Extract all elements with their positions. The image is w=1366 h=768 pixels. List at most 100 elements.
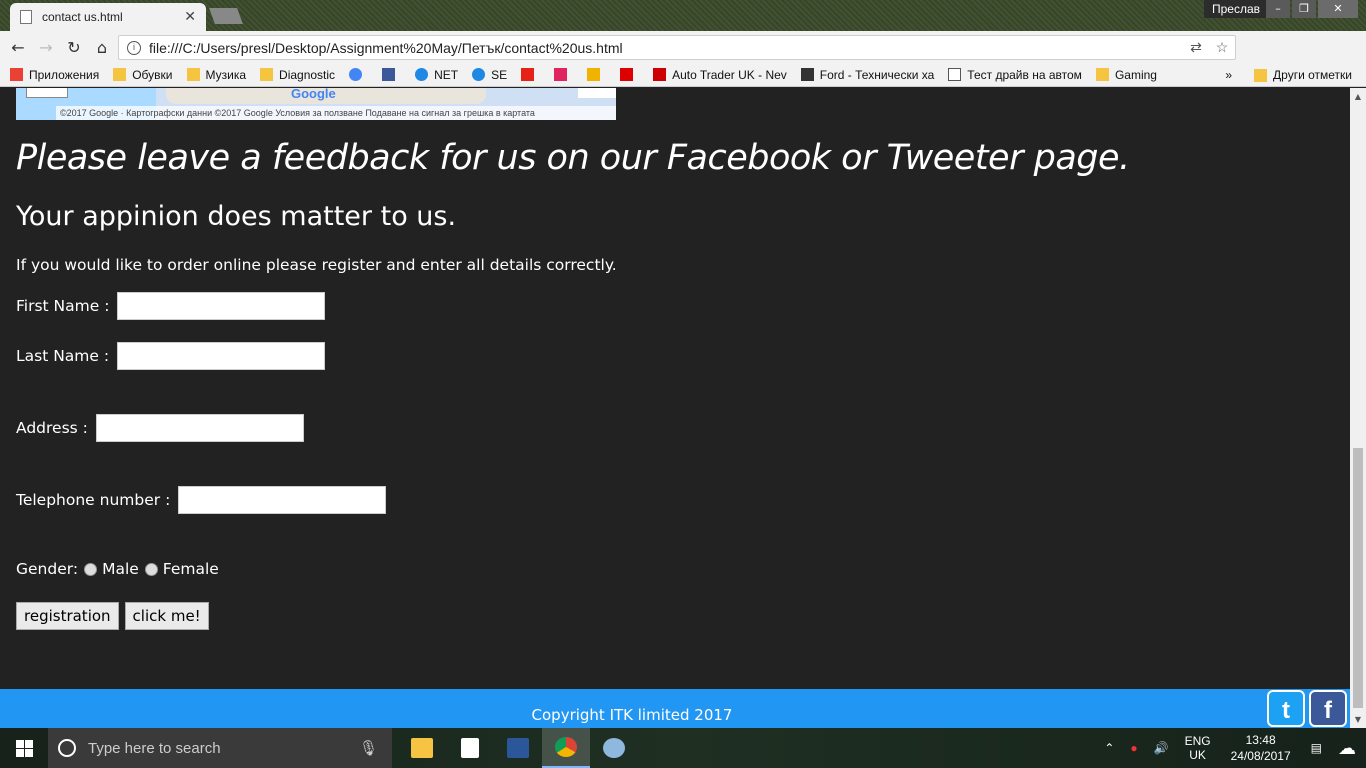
word-icon — [507, 738, 529, 758]
first-name-label: First Name : — [16, 297, 110, 315]
address-input[interactable] — [95, 414, 304, 442]
last-name-input[interactable] — [117, 342, 326, 370]
first-name-input[interactable] — [117, 292, 326, 320]
forward-button[interactable]: → — [32, 38, 60, 57]
paint-app[interactable] — [590, 728, 638, 768]
language-indicator[interactable]: ENG UK — [1185, 734, 1211, 762]
volume-icon[interactable]: 🔊 — [1154, 741, 1169, 755]
scroll-down-arrow[interactable]: ▼ — [1350, 711, 1366, 728]
bookmark-label: Gaming — [1114, 67, 1157, 82]
globe-icon — [472, 68, 486, 81]
bookmark-item[interactable]: SE — [472, 68, 507, 82]
bookmark-item[interactable] — [521, 68, 540, 81]
start-button[interactable] — [0, 728, 48, 768]
minimize-button[interactable]: – — [1266, 0, 1290, 18]
bookmark-item[interactable]: Музика — [186, 68, 246, 82]
bookmarks-bar: Приложения Обувки Музика Diagnostic NET SE Aut… — [0, 63, 1366, 87]
bookmark-item[interactable]: Auto Trader UK - Nev — [653, 68, 787, 82]
file-explorer-app[interactable] — [398, 728, 446, 768]
form-buttons: registration click me! — [16, 602, 209, 630]
folder-icon — [186, 68, 200, 81]
more-bookmarks-button[interactable]: » — [1225, 68, 1232, 82]
notifications-icon[interactable]: ▤ — [1311, 741, 1322, 755]
back-button[interactable]: ← — [4, 38, 32, 57]
scroll-up-arrow[interactable]: ▲ — [1350, 88, 1366, 105]
chevron-up-icon[interactable]: ⌃ — [1104, 741, 1114, 755]
folder-icon — [1254, 68, 1268, 82]
bookmarks-right: » Други отметки — [1225, 63, 1352, 86]
windows-taskbar: Type here to search 🎙 ⌃ ● 🔊 ENG UK 13:48… — [0, 728, 1366, 768]
address-bar[interactable]: i file:///C:/Users/presl/Desktop/Assignm… — [118, 35, 1236, 60]
facebook-icon[interactable]: f — [1309, 690, 1347, 727]
taskbar-search[interactable]: Type here to search 🎙 — [48, 728, 392, 768]
click-me-button[interactable]: click me! — [124, 602, 209, 630]
last-name-row: Last Name : — [16, 342, 326, 370]
close-icon[interactable]: ✕ — [184, 9, 196, 25]
female-label[interactable]: Female — [163, 560, 219, 578]
bookmark-label: SE — [491, 67, 508, 82]
reload-button[interactable]: ↻ — [60, 38, 88, 57]
seven-icon — [554, 68, 568, 81]
bookmark-item[interactable] — [349, 68, 368, 81]
bookmark-item[interactable]: Приложения — [10, 68, 99, 82]
language-region: UK — [1189, 748, 1206, 762]
map-control-right[interactable] — [578, 88, 616, 98]
male-radio[interactable] — [84, 562, 98, 576]
bookmark-item[interactable] — [587, 68, 606, 81]
page-scrollbar[interactable]: ▲ ▼ — [1350, 88, 1366, 728]
bookmark-item[interactable]: Тест драйв на автом — [948, 68, 1082, 82]
microphone-icon[interactable]: 🎙 — [359, 739, 378, 757]
bookmark-item[interactable]: Ford - Технически ха — [800, 68, 934, 82]
page-icon — [948, 68, 962, 81]
window-close-button[interactable]: ✕ — [1318, 0, 1358, 18]
footer: Copyright ITK limited 2017 t f — [0, 689, 1350, 728]
male-label[interactable]: Male — [102, 560, 139, 578]
page-content: Google ©2017 Google · Картографски данни… — [0, 88, 1350, 728]
female-radio[interactable] — [144, 562, 158, 576]
system-tray: ⌃ ● 🔊 ENG UK 13:48 24/08/2017 ▤ ☁ — [1096, 728, 1366, 768]
clock[interactable]: 13:48 24/08/2017 — [1231, 732, 1291, 764]
first-name-row: First Name : — [16, 292, 326, 320]
browser-toolbar: ← → ↻ ⌂ i file:///C:/Users/presl/Desktop… — [0, 31, 1366, 88]
telephone-label: Telephone number : — [16, 491, 171, 509]
browser-tab[interactable]: contact us.html ✕ — [10, 3, 206, 31]
tab-title: contact us.html — [42, 10, 123, 24]
search-placeholder[interactable]: Type here to search — [88, 740, 221, 757]
google-map[interactable]: Google ©2017 Google · Картографски данни… — [16, 88, 616, 120]
translate-icon[interactable]: ⇄ — [1183, 39, 1209, 56]
address-row: Address : — [16, 414, 304, 442]
star-icon[interactable]: ☆ — [1209, 39, 1235, 56]
bookmark-label: NET — [434, 67, 459, 82]
maximize-button[interactable]: ❐ — [1292, 0, 1316, 18]
home-button[interactable]: ⌂ — [88, 38, 116, 57]
window-controls: – ❐ ✕ — [1266, 0, 1358, 18]
globe-icon — [415, 68, 429, 81]
telephone-input[interactable] — [178, 486, 387, 514]
bookmark-item[interactable]: Обувки — [113, 68, 173, 82]
url-text[interactable]: file:///C:/Users/presl/Desktop/Assignmen… — [149, 40, 1183, 56]
info-icon[interactable]: i — [127, 40, 141, 55]
bookmark-item[interactable]: Diagnostic — [260, 68, 335, 82]
bookmark-item[interactable] — [620, 68, 639, 81]
twitter-icon[interactable]: t — [1267, 690, 1305, 727]
bookmark-item[interactable]: Gaming — [1095, 67, 1157, 82]
profile-name[interactable]: Преслав — [1204, 0, 1269, 18]
scroll-thumb[interactable] — [1353, 448, 1363, 708]
store-app[interactable] — [446, 728, 494, 768]
bookmark-item[interactable]: NET — [415, 68, 458, 82]
other-bookmarks[interactable]: Други отметки — [1273, 68, 1352, 82]
registration-button[interactable]: registration — [16, 602, 119, 630]
map-control[interactable] — [26, 88, 68, 98]
map-footer[interactable]: ©2017 Google · Картографски данни ©2017 … — [56, 106, 616, 120]
store-icon — [461, 738, 479, 758]
bookmark-item[interactable] — [554, 68, 573, 81]
word-app[interactable] — [494, 728, 542, 768]
folder-icon — [1095, 68, 1109, 81]
new-tab-button[interactable] — [209, 8, 243, 24]
bookmark-item[interactable] — [382, 68, 401, 81]
chrome-app[interactable] — [542, 728, 590, 768]
gender-label: Gender: — [16, 560, 79, 578]
antivirus-icon[interactable]: ● — [1130, 741, 1137, 755]
cloud-icon[interactable]: ☁ — [1338, 738, 1356, 759]
bookmark-label: Diagnostic — [279, 67, 336, 82]
